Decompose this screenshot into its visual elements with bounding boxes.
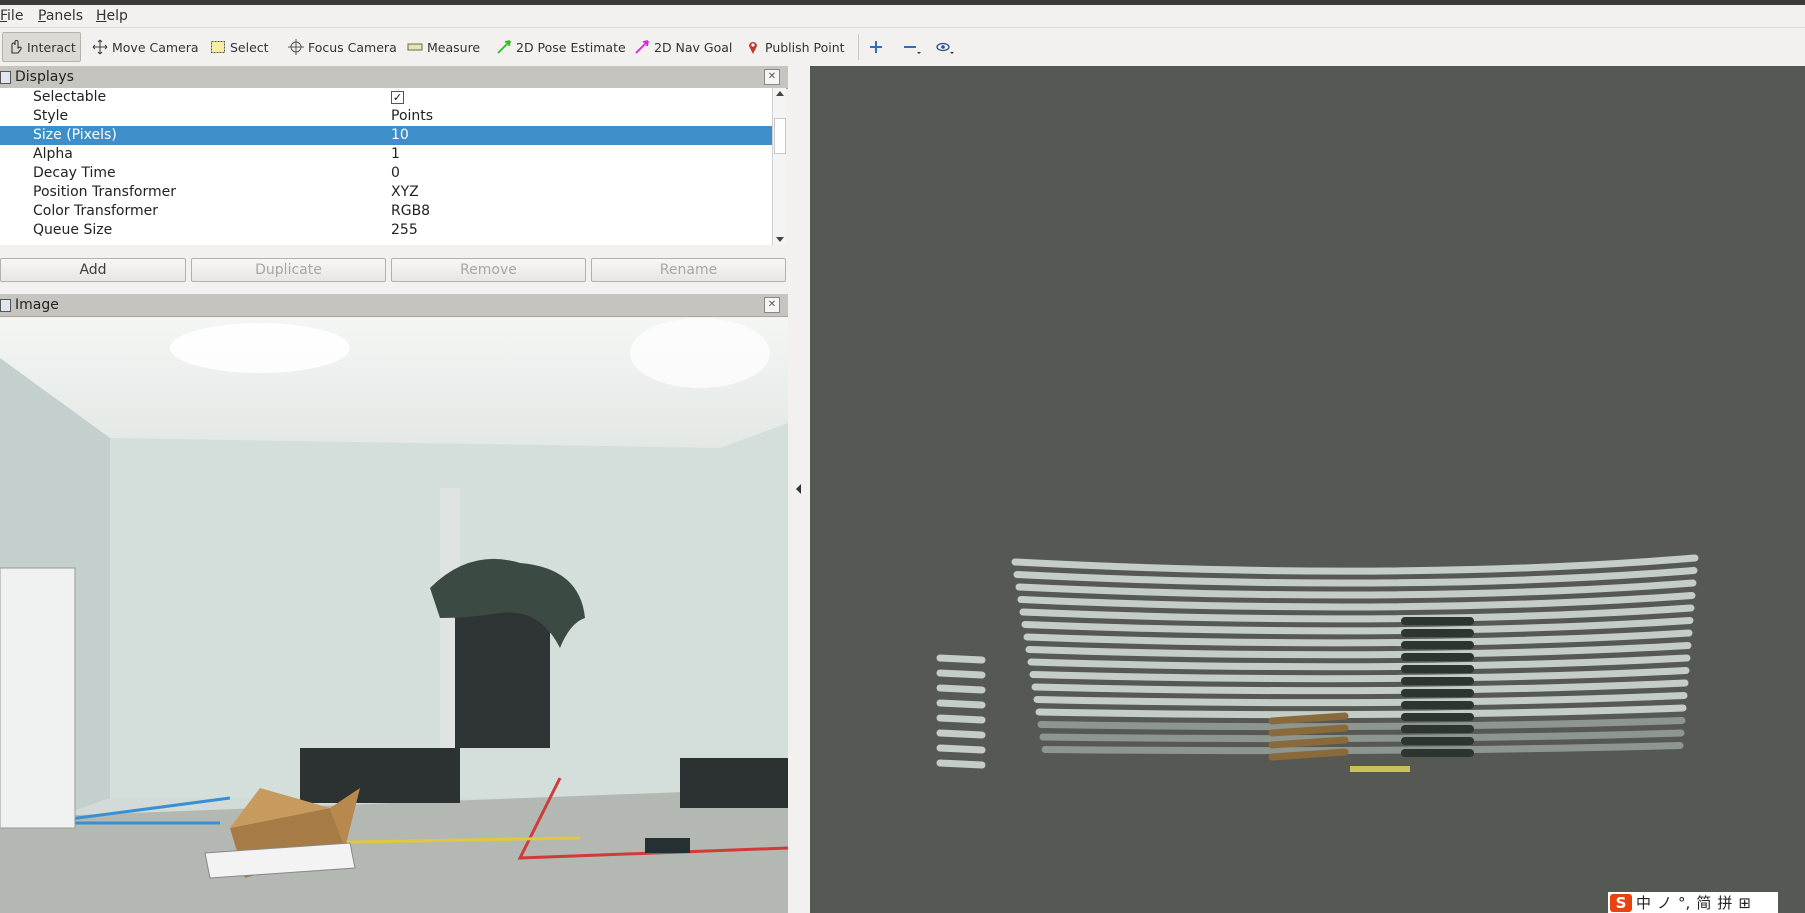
image-panel-header: Image ✕ xyxy=(0,294,788,317)
ruler-icon xyxy=(407,43,423,51)
minus-dropdown-icon xyxy=(904,46,921,54)
view-tool-button[interactable] xyxy=(935,35,961,59)
point-cloud-scanline xyxy=(936,729,986,739)
add-display-button[interactable]: Add xyxy=(0,258,186,282)
map-pin-icon xyxy=(749,42,757,54)
property-tree-scrollbar[interactable] xyxy=(772,88,786,245)
remove-display-button[interactable]: Remove xyxy=(391,258,586,282)
property-row-alpha[interactable]: Alpha 1 xyxy=(0,145,772,164)
menu-bar: File Panels Help xyxy=(0,5,1805,28)
property-row-color-transformer[interactable]: Color Transformer RGB8 xyxy=(0,202,772,221)
tool-toolbar: Interact Move Camera Select Focus Camera… xyxy=(0,28,1805,67)
scrollbar-thumb[interactable] xyxy=(774,118,786,154)
dock-splitter[interactable] xyxy=(788,66,810,913)
menu-help[interactable]: Help xyxy=(96,8,128,24)
point-cloud-scanline xyxy=(936,699,986,709)
camera-image-view xyxy=(0,318,788,913)
monitor-icon xyxy=(0,71,11,84)
crosshair-icon xyxy=(288,39,304,55)
toolbar-separator xyxy=(858,34,859,60)
select-tool-button[interactable]: Select xyxy=(210,35,269,59)
move-camera-tool-button[interactable]: Move Camera xyxy=(92,35,199,59)
point-cloud-scanline xyxy=(936,684,986,694)
point-cloud-box xyxy=(1268,712,1349,725)
point-cloud-scanline xyxy=(1035,704,1687,719)
select-box-icon xyxy=(211,41,225,53)
displays-panel-title: Displays xyxy=(15,69,74,85)
move-arrows-icon xyxy=(92,39,108,55)
property-row-style[interactable]: Style Points xyxy=(0,107,772,126)
point-cloud-scanline xyxy=(1025,642,1692,659)
displays-panel-header: Displays ✕ xyxy=(0,66,788,89)
point-cloud-scanline xyxy=(1029,667,1690,683)
property-row-selectable[interactable]: Selectable ✓ xyxy=(0,88,772,107)
3d-render-viewport[interactable] xyxy=(810,66,1805,913)
point-cloud-box xyxy=(1268,748,1349,761)
point-cloud-scanline xyxy=(1031,679,1689,695)
property-row-queue-size[interactable]: Queue Size 255 xyxy=(0,221,772,240)
rename-display-button[interactable]: Rename xyxy=(591,258,786,282)
add-tool-button[interactable] xyxy=(868,35,888,59)
remove-tool-button[interactable] xyxy=(902,35,928,59)
2d-nav-goal-tool-button[interactable]: 2D Nav Goal xyxy=(634,35,732,59)
duplicate-display-button[interactable]: Duplicate xyxy=(191,258,386,282)
menu-panels[interactable]: Panels xyxy=(38,8,83,24)
point-cloud-scanline xyxy=(936,654,986,664)
magenta-arrow-icon xyxy=(635,40,649,54)
point-cloud-scanline xyxy=(1037,717,1686,731)
displays-property-tree: Selectable ✓ Style Points Size (Pixels) … xyxy=(0,88,772,245)
interact-tool-button[interactable]: Interact xyxy=(2,32,81,62)
point-cloud-scanline xyxy=(1041,742,1684,755)
point-cloud-scanline xyxy=(936,744,986,754)
image-panel-icon xyxy=(0,299,11,312)
selectable-checkbox[interactable]: ✓ xyxy=(391,91,404,104)
scroll-up-arrow-icon[interactable] xyxy=(776,91,784,96)
input-method-status-bar: S 中 ノ °, 简 拼 ⊞ xyxy=(1608,892,1778,913)
point-cloud-scanline xyxy=(936,714,986,724)
sogou-logo-icon: S xyxy=(1610,893,1632,912)
point-cloud-scanline xyxy=(936,759,986,769)
point-cloud-render xyxy=(936,554,1699,772)
scroll-down-arrow-icon[interactable] xyxy=(776,237,784,242)
point-cloud-box xyxy=(1268,724,1349,737)
measure-tool-button[interactable]: Measure xyxy=(407,35,480,59)
plus-icon xyxy=(870,41,882,53)
property-row-position-transformer[interactable]: Position Transformer XYZ xyxy=(0,183,772,202)
point-cloud-scanline xyxy=(936,669,986,679)
eye-dropdown-icon xyxy=(936,42,954,54)
camera-feed-image xyxy=(0,318,788,913)
green-arrow-icon xyxy=(497,40,511,54)
property-row-decay-time[interactable]: Decay Time 0 xyxy=(0,164,772,183)
hand-icon xyxy=(11,39,22,54)
point-cloud-scanline xyxy=(1039,729,1685,743)
collapse-arrow-icon[interactable] xyxy=(796,484,801,494)
point-cloud-box xyxy=(1268,736,1349,749)
point-cloud-scanline xyxy=(1011,554,1699,575)
image-panel-title: Image xyxy=(15,297,59,313)
close-icon[interactable]: ✕ xyxy=(764,297,780,313)
publish-point-tool-button[interactable]: Publish Point xyxy=(745,35,845,59)
close-icon[interactable]: ✕ xyxy=(764,69,780,85)
left-dock: Displays ✕ Selectable ✓ Style Points Siz… xyxy=(0,66,788,913)
point-cloud-scanline xyxy=(1033,692,1688,707)
property-row-size-pixels[interactable]: Size (Pixels) 10 xyxy=(0,126,772,145)
menu-file[interactable]: File xyxy=(0,8,23,24)
focus-camera-tool-button[interactable]: Focus Camera xyxy=(288,35,397,59)
point-cloud-scanline xyxy=(1023,629,1693,647)
2d-pose-estimate-tool-button[interactable]: 2D Pose Estimate xyxy=(496,35,626,59)
point-cloud-scanline xyxy=(1027,654,1691,671)
